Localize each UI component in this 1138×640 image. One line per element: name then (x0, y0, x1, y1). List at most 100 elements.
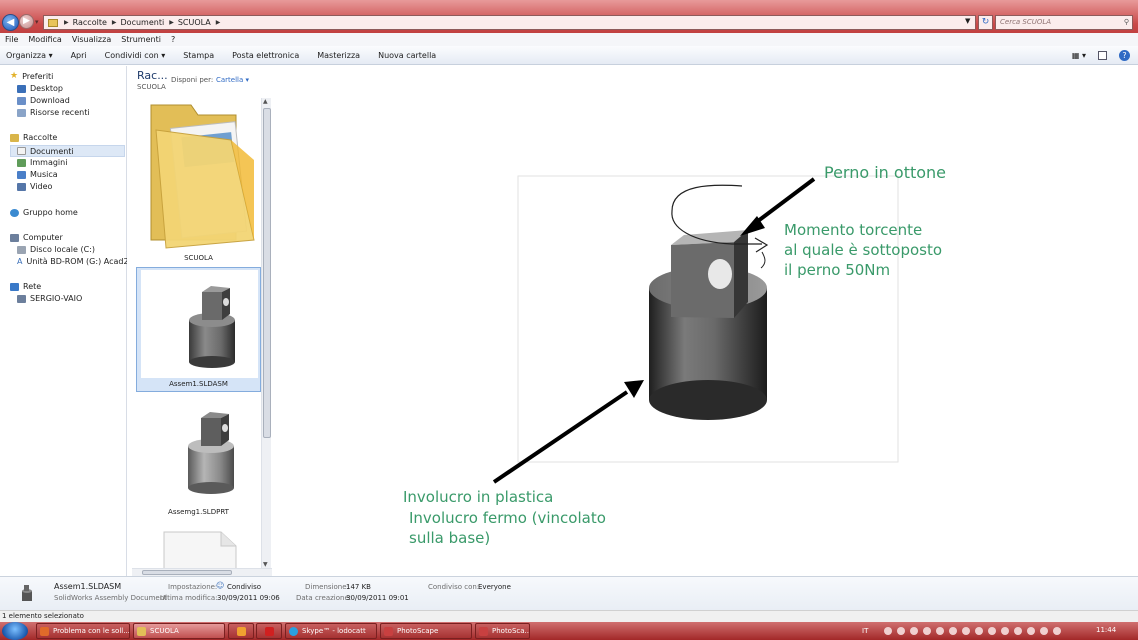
scroll-down-icon[interactable]: ▼ (263, 561, 268, 568)
taskbar-item-photoscape-2[interactable]: PhotoSca... (475, 623, 530, 639)
tray-icon[interactable] (1040, 627, 1049, 635)
tray-icon[interactable] (962, 627, 971, 635)
clock[interactable]: 11:44 (1096, 626, 1116, 634)
detail-size-value: 147 KB (346, 583, 371, 591)
taskbar-item-explorer[interactable]: SCUOLA (133, 623, 225, 639)
volume-icon[interactable] (1053, 627, 1062, 635)
nav-video[interactable]: Video (17, 182, 52, 191)
library-subtitle: SCUOLA (137, 83, 166, 91)
tray-icon[interactable] (936, 627, 945, 635)
forward-button[interactable]: ▶ (19, 14, 34, 29)
chevron-right-icon[interactable]: ▶ (169, 19, 174, 26)
hscrollbar-thumb[interactable] (142, 570, 232, 575)
taskbar-item-media[interactable] (228, 623, 254, 639)
nav-homegroup[interactable]: Gruppo home (10, 208, 78, 217)
label-case-line1: Involucro in plastica (403, 488, 554, 506)
nav-desktop[interactable]: Desktop (17, 84, 63, 93)
tray-icon[interactable] (975, 627, 984, 635)
hard-disk-icon (17, 245, 26, 254)
scroll-up-icon[interactable]: ▲ (263, 98, 268, 105)
share-with-button[interactable]: Condividi con ▾ (105, 51, 166, 60)
tray-icon[interactable] (1014, 627, 1023, 635)
menu-file[interactable]: File (5, 35, 18, 44)
nav-music[interactable]: Musica (17, 170, 58, 179)
preview-pane-icon[interactable] (1098, 51, 1107, 60)
detail-modified-value: 30/09/2011 09:06 (217, 594, 280, 602)
nav-computer[interactable]: Computer (10, 233, 63, 242)
menu-view[interactable]: Visualizza (72, 35, 111, 44)
scrollbar-thumb[interactable] (263, 108, 271, 438)
nav-images[interactable]: Immagini (17, 158, 67, 167)
recent-pages-dropdown[interactable]: ▾ (35, 18, 39, 26)
pdf-icon (265, 627, 274, 636)
tray-icon[interactable] (1001, 627, 1010, 635)
taskbar-item-label: PhotoSca... (492, 627, 530, 635)
nav-libraries[interactable]: Raccolte (10, 133, 57, 142)
part-thumbnail-icon (188, 412, 234, 494)
nav-documents-label: Documenti (30, 146, 74, 156)
taskbar-item-browser[interactable]: Problema con le soll... (36, 623, 130, 639)
file-item-assemg1[interactable]: Assemg1.SLDPRT (136, 396, 261, 520)
nav-bdrom[interactable]: A Unità BD-ROM (G:) Acad2010 (17, 257, 144, 266)
tray-icon[interactable] (910, 627, 919, 635)
taskbar-item-skype[interactable]: Skype™ - lodocatt (285, 623, 377, 639)
open-button[interactable]: Apri (71, 51, 87, 60)
change-view-icon[interactable]: ▦ ▾ (1072, 51, 1086, 60)
nav-download[interactable]: Download (17, 96, 70, 105)
chevron-right-icon[interactable]: ▶ (216, 19, 221, 26)
label-torque-line2: al quale è sottoposto (784, 241, 943, 259)
address-history-dropdown[interactable]: ▼ (965, 17, 970, 25)
menu-help[interactable]: ? (171, 35, 175, 44)
new-folder-button[interactable]: Nuova cartella (378, 51, 436, 60)
label-torque-line1: Momento torcente (784, 221, 923, 239)
file-list-hscrollbar[interactable] (132, 568, 272, 576)
taskbar-item-label: PhotoScape (397, 627, 439, 635)
file-item-scuola[interactable]: SCUOLA (136, 100, 261, 266)
detail-created-label: Data creazione: (296, 594, 352, 602)
nav-disk-c[interactable]: Disco locale (C:) (17, 245, 95, 254)
organize-button[interactable]: Organizza ▾ (6, 51, 53, 60)
search-input[interactable]: Cerca SCUOLA ⚲ (995, 15, 1133, 30)
tray-icon[interactable] (884, 627, 893, 635)
address-bar[interactable]: ▶ Raccolte ▶ Documenti ▶ SCUOLA ▶ (43, 15, 976, 30)
download-icon (17, 96, 26, 105)
tray-icon[interactable] (949, 627, 958, 635)
tray-icon[interactable] (923, 627, 932, 635)
file-list-scrollbar[interactable]: ▲ ▼ (261, 98, 271, 568)
breadcrumb-raccolte[interactable]: Raccolte (73, 18, 107, 27)
menu-edit[interactable]: Modifica (28, 35, 61, 44)
nav-pc[interactable]: SERGIO-VAIO (17, 294, 82, 303)
nav-network[interactable]: Rete (10, 282, 41, 291)
taskbar-item-pdf[interactable] (256, 623, 282, 639)
chevron-right-icon[interactable]: ▶ (64, 19, 69, 26)
start-button[interactable] (2, 622, 28, 640)
search-icon[interactable]: ⚲ (1124, 16, 1129, 29)
command-toolbar: Organizza ▾ Apri Condividi con ▾ Stampa … (0, 46, 1138, 65)
help-icon[interactable]: ? (1119, 50, 1130, 61)
breadcrumb-scuola[interactable]: SCUOLA (178, 18, 211, 27)
tray-icon[interactable] (988, 627, 997, 635)
print-button[interactable]: Stampa (183, 51, 214, 60)
nav-favorites[interactable]: ★ Preferiti (10, 71, 53, 81)
nav-documents[interactable]: Documenti (10, 145, 125, 157)
menu-tools[interactable]: Strumenti (121, 35, 161, 44)
arrange-by-dropdown[interactable]: Cartella ▾ (216, 76, 249, 84)
breadcrumb-documenti[interactable]: Documenti (121, 18, 165, 27)
detail-created-value: 30/09/2011 09:01 (346, 594, 409, 602)
email-button[interactable]: Posta elettronica (232, 51, 299, 60)
libraries-icon (10, 133, 19, 142)
file-item-assem1[interactable]: Assem1.SLDASM (136, 267, 261, 392)
taskbar-item-label: Problema con le soll... (53, 627, 130, 635)
refresh-button[interactable]: ↻ (978, 15, 993, 30)
nav-recent[interactable]: Risorse recenti (17, 108, 90, 117)
nav-network-label: Rete (23, 282, 42, 291)
nav-disk-c-label: Disco locale (C:) (30, 245, 96, 254)
chevron-right-icon[interactable]: ▶ (112, 19, 117, 26)
burn-button[interactable]: Masterizza (317, 51, 360, 60)
nav-recent-label: Risorse recenti (30, 108, 90, 117)
taskbar-item-photoscape[interactable]: PhotoScape (380, 623, 472, 639)
language-indicator[interactable]: IT (862, 627, 868, 635)
tray-icon[interactable] (897, 627, 906, 635)
back-button[interactable]: ◀ (2, 14, 19, 31)
tray-icon[interactable] (1027, 627, 1036, 635)
